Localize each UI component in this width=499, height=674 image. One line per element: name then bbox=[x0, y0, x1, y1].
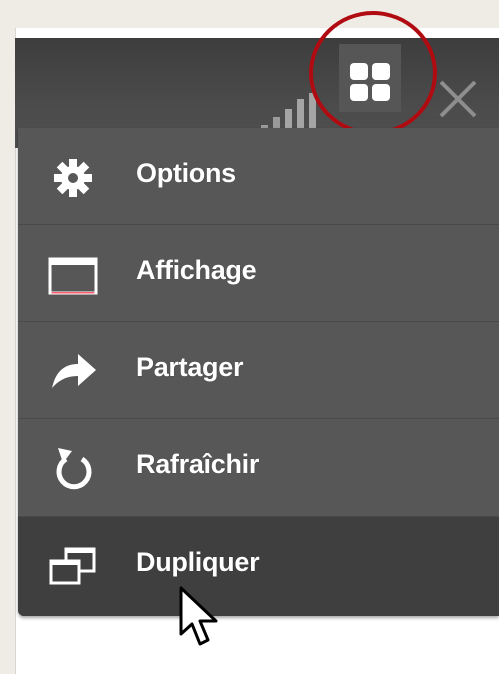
menu-item-dupliquer[interactable]: Dupliquer bbox=[18, 516, 499, 616]
menu-item-label: Partager bbox=[136, 352, 244, 382]
mouse-pointer-icon bbox=[179, 586, 218, 646]
gear-icon bbox=[54, 159, 92, 197]
menu-item-label: Affichage bbox=[136, 255, 257, 285]
duplicate-icon bbox=[49, 547, 96, 585]
close-icon[interactable] bbox=[435, 76, 481, 122]
menu-item-affichage[interactable]: Affichage bbox=[18, 224, 499, 320]
menu-item-rafraichir[interactable]: Rafraîchir bbox=[18, 418, 499, 514]
share-arrow-icon bbox=[52, 354, 96, 388]
menu-item-partager[interactable]: Partager bbox=[18, 321, 499, 417]
menu-item-label: Dupliquer bbox=[136, 547, 260, 577]
refresh-icon bbox=[56, 448, 92, 490]
highlight-circle bbox=[309, 11, 437, 135]
dropdown-menu: Options Affichage Partager Rafraîchir Du… bbox=[18, 128, 499, 616]
menu-item-label: Options bbox=[136, 158, 236, 188]
window-icon bbox=[48, 257, 98, 295]
menu-item-options[interactable]: Options bbox=[18, 128, 499, 224]
menu-item-label: Rafraîchir bbox=[136, 449, 260, 479]
